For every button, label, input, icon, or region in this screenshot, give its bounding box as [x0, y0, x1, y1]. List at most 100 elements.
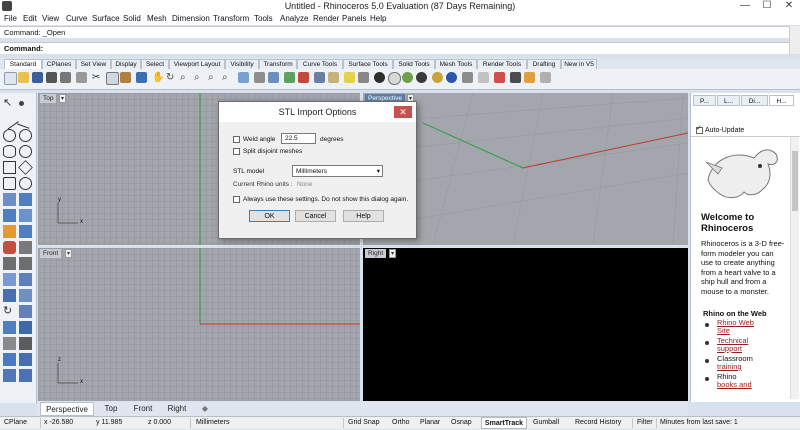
paste-icon[interactable]: [120, 72, 131, 83]
material-sphere-icon[interactable]: [432, 72, 443, 83]
menu-transform[interactable]: Transform: [213, 13, 249, 24]
render-tool-icon[interactable]: [3, 369, 16, 382]
move-icon[interactable]: [3, 289, 16, 302]
lock-icon[interactable]: [328, 72, 339, 83]
tab-standard[interactable]: Standard: [4, 59, 42, 69]
extrude-icon[interactable]: [19, 209, 32, 222]
box-icon[interactable]: [3, 209, 16, 222]
ellipse-icon[interactable]: [3, 145, 16, 158]
select-arrow-icon[interactable]: ↖: [3, 97, 16, 110]
scale-icon[interactable]: [19, 305, 32, 318]
ghosted-sphere-icon[interactable]: [416, 72, 427, 83]
status-filter[interactable]: Filter: [637, 417, 653, 429]
tab-set-view[interactable]: Set View: [76, 59, 111, 69]
menu-analyze[interactable]: Analyze: [280, 13, 308, 24]
panel-tab-properties[interactable]: P...: [693, 95, 716, 106]
status-record-history[interactable]: Record History: [575, 417, 621, 429]
polygon-icon[interactable]: [18, 160, 33, 175]
always-use-checkbox[interactable]: [233, 196, 240, 203]
new-file-icon[interactable]: [4, 72, 17, 85]
open-file-icon[interactable]: [18, 72, 29, 83]
help-button[interactable]: Help: [343, 210, 384, 222]
menu-surface[interactable]: Surface: [92, 13, 120, 24]
minimize-button[interactable]: —: [734, 0, 756, 12]
add-viewport-icon[interactable]: ◆: [198, 402, 212, 416]
explode-icon[interactable]: [19, 273, 32, 286]
show-objects-icon[interactable]: [314, 72, 325, 83]
render-sphere-icon[interactable]: [402, 72, 413, 83]
maximize-button[interactable]: ☐: [756, 0, 778, 12]
weld-angle-checkbox[interactable]: [233, 136, 240, 143]
plane-surface-icon[interactable]: [3, 193, 16, 206]
menu-mesh[interactable]: Mesh: [147, 13, 167, 24]
tab-cplanes[interactable]: CPlanes: [42, 59, 76, 69]
menu-file[interactable]: File: [4, 13, 17, 24]
link-technical-2[interactable]: support: [717, 344, 742, 354]
panel-tab-display[interactable]: Di...: [741, 95, 768, 106]
set-cplane-icon[interactable]: [254, 72, 265, 83]
tab-surface-tools[interactable]: Surface Tools: [343, 59, 393, 69]
layer-icon[interactable]: [3, 353, 16, 366]
undo-view-icon[interactable]: [76, 72, 87, 83]
block-icon[interactable]: [19, 337, 32, 350]
vtab-right[interactable]: Right: [162, 402, 192, 416]
curve-fillet-icon[interactable]: [3, 177, 16, 190]
zoom-selected-icon[interactable]: ⌕: [222, 72, 233, 83]
status-grid-snap[interactable]: Grid Snap: [348, 417, 380, 429]
viewport-label-top[interactable]: Top: [40, 94, 57, 103]
viewport-label-right[interactable]: Right: [365, 249, 387, 258]
pan-icon[interactable]: ✋: [152, 72, 164, 83]
light-tool-icon[interactable]: [19, 369, 32, 382]
zoom-icon[interactable]: ⌕: [180, 72, 191, 83]
menu-tools[interactable]: Tools: [254, 13, 273, 24]
dimension-icon[interactable]: [19, 241, 32, 254]
menu-panels[interactable]: Panels: [342, 13, 366, 24]
polyline-icon[interactable]: [0, 110, 19, 130]
status-units[interactable]: Millimeters: [196, 417, 229, 429]
status-smarttrack[interactable]: SmartTrack: [481, 417, 527, 429]
tab-curve-tools[interactable]: Curve Tools: [297, 59, 343, 69]
wireframe-sphere-icon[interactable]: [388, 72, 401, 85]
vtab-top[interactable]: Top: [96, 402, 126, 416]
tab-render-tools[interactable]: Render Tools: [477, 59, 527, 69]
status-planar[interactable]: Planar: [420, 417, 440, 429]
point-icon[interactable]: [19, 101, 24, 106]
tab-drafting[interactable]: Drafting: [527, 59, 561, 69]
viewport-top-menu[interactable]: ▾: [59, 94, 66, 103]
delete-icon[interactable]: [298, 72, 309, 83]
link-rhino-web-2[interactable]: Site: [717, 326, 730, 336]
menu-curve[interactable]: Curve: [66, 13, 87, 24]
menu-view[interactable]: View: [42, 13, 59, 24]
cut-icon[interactable]: ✂: [92, 72, 103, 83]
arc-icon[interactable]: [19, 129, 32, 142]
rectangle-icon[interactable]: [3, 161, 16, 174]
dialog-close-button[interactable]: ✕: [394, 106, 412, 118]
menu-render[interactable]: Render: [313, 13, 339, 24]
tab-transform[interactable]: Transform: [259, 59, 297, 69]
viewport-right-menu[interactable]: ▾: [389, 249, 396, 258]
split-icon[interactable]: [19, 257, 32, 270]
tab-viewport-layout[interactable]: Viewport Layout: [169, 59, 225, 69]
status-ortho[interactable]: Ortho: [392, 417, 410, 429]
link-books-2[interactable]: books and: [717, 380, 752, 390]
menu-dimension[interactable]: Dimension: [172, 13, 210, 24]
command-line[interactable]: Command:: [0, 42, 800, 54]
tab-display[interactable]: Display: [111, 59, 141, 69]
viewport-front-menu[interactable]: ▾: [65, 249, 72, 258]
menu-help[interactable]: Help: [370, 13, 386, 24]
help-icon[interactable]: [478, 72, 489, 83]
command-scroll-button[interactable]: [789, 26, 800, 54]
render-icon[interactable]: [494, 72, 505, 83]
link-classroom-2[interactable]: training: [717, 362, 742, 372]
menu-solid[interactable]: Solid: [123, 13, 141, 24]
tab-new-in-v5[interactable]: New in V5: [561, 59, 597, 69]
shaded-sphere-icon[interactable]: [374, 72, 385, 83]
join-icon[interactable]: [3, 273, 16, 286]
zoom-extents-icon[interactable]: ⌕: [208, 72, 219, 83]
camera-icon[interactable]: [510, 72, 521, 83]
status-osnap[interactable]: Osnap: [451, 417, 472, 429]
viewport-front[interactable]: z x Front ▾: [38, 248, 360, 401]
tab-solid-tools[interactable]: Solid Tools: [393, 59, 435, 69]
print-icon[interactable]: [46, 72, 57, 83]
panel-scrollbar[interactable]: [790, 137, 799, 399]
